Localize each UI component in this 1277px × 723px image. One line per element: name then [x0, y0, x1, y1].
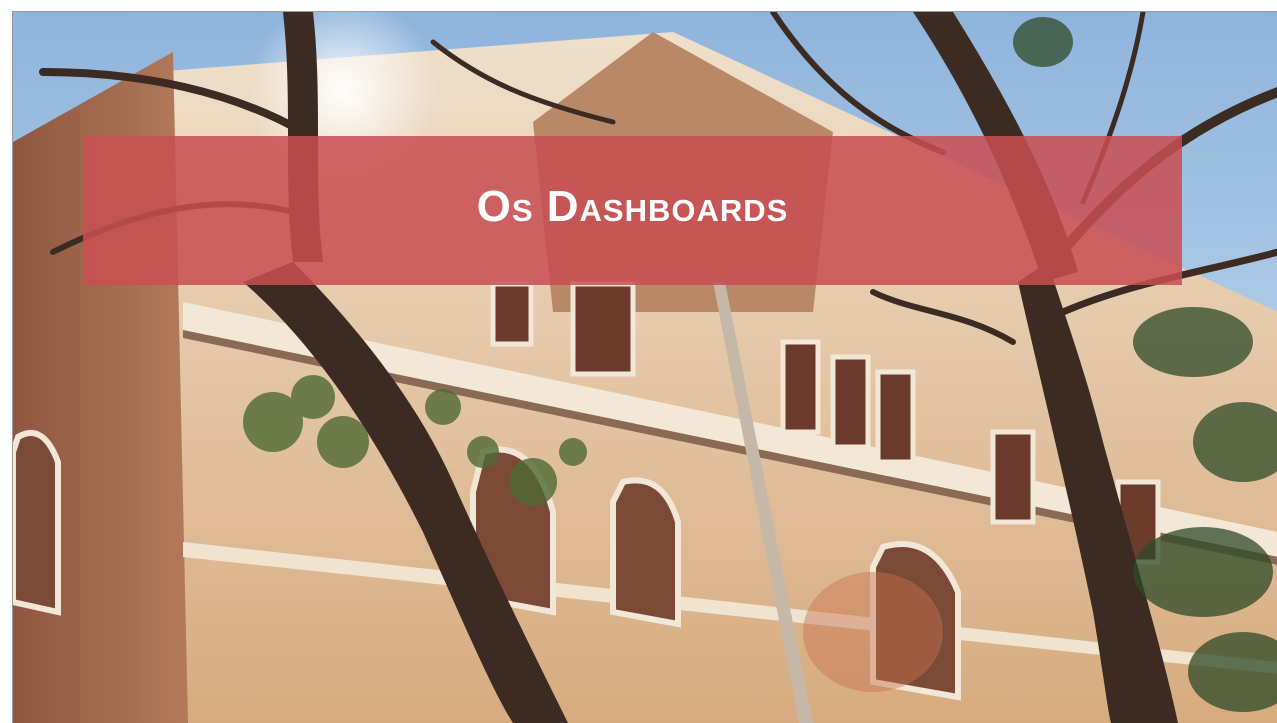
shade-patch: [803, 572, 943, 692]
title-banner: Os Dashboards: [83, 136, 1182, 285]
background-photo: [13, 12, 1277, 723]
slide-title: Os Dashboards: [476, 181, 789, 231]
slide: Os Dashboards: [12, 11, 1277, 723]
